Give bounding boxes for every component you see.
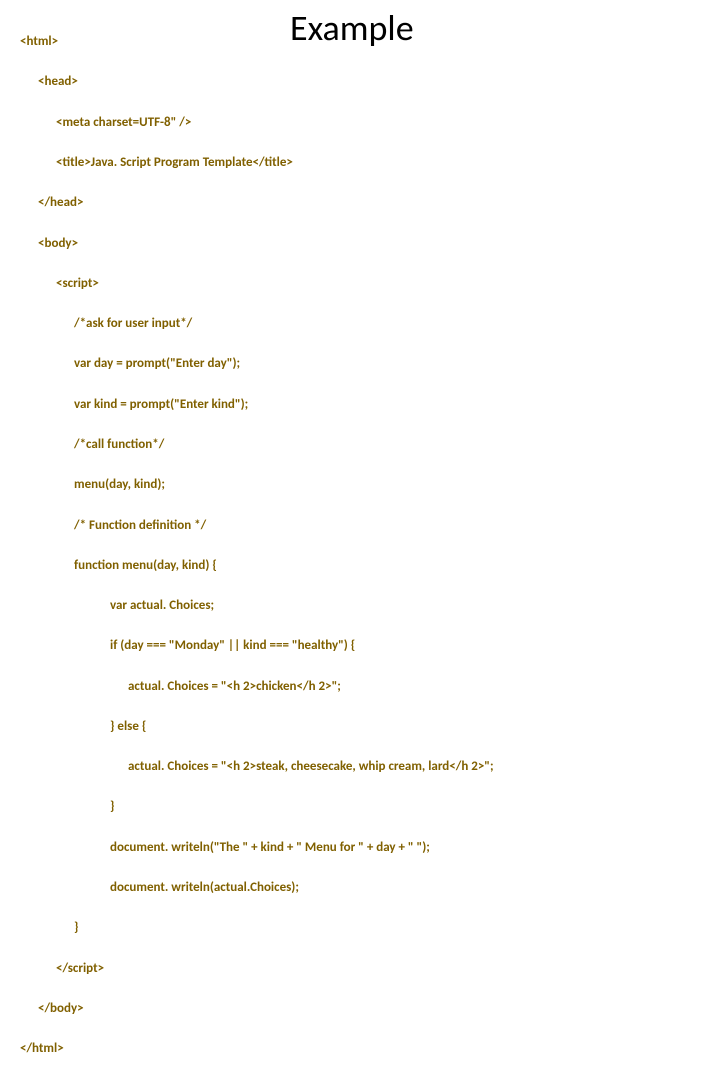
slide-title: Example	[290, 6, 414, 50]
code-line: </html>	[20, 1039, 700, 1059]
code-line: <script>	[20, 274, 700, 294]
code-line: /* Function definition */	[20, 516, 700, 536]
code-line: /*ask for user input*/	[20, 314, 700, 334]
code-line: }	[20, 918, 700, 938]
code-line: <head>	[20, 72, 700, 92]
code-line: function menu(day, kind) {	[20, 556, 700, 576]
code-line: <meta charset=UTF-8" />	[20, 113, 700, 133]
code-line: actual. Choices = "<h 2>chicken</h 2>";	[20, 677, 700, 697]
code-block: <html> <head> <meta charset=UTF-8" /> <t…	[20, 12, 700, 1079]
code-line: } else {	[20, 717, 700, 737]
code-line: document. writeln("The " + kind + " Menu…	[20, 838, 700, 858]
code-line: menu(day, kind);	[20, 475, 700, 495]
code-line: actual. Choices = "<h 2>steak, cheesecak…	[20, 757, 700, 777]
code-line: document. writeln(actual.Choices);	[20, 878, 700, 898]
code-line: </script>	[20, 959, 700, 979]
code-line: </body>	[20, 999, 700, 1019]
code-line: </head>	[20, 193, 700, 213]
code-line: /*call function*/	[20, 435, 700, 455]
code-line: <title>Java. Script Program Template</ti…	[20, 153, 700, 173]
code-line: var kind = prompt("Enter kind");	[20, 395, 700, 415]
code-line: <body>	[20, 234, 700, 254]
code-line: }	[20, 797, 700, 817]
code-line: var day = prompt("Enter day");	[20, 354, 700, 374]
code-line: var actual. Choices;	[20, 596, 700, 616]
code-line: if (day === "Monday" || kind === "health…	[20, 636, 700, 656]
